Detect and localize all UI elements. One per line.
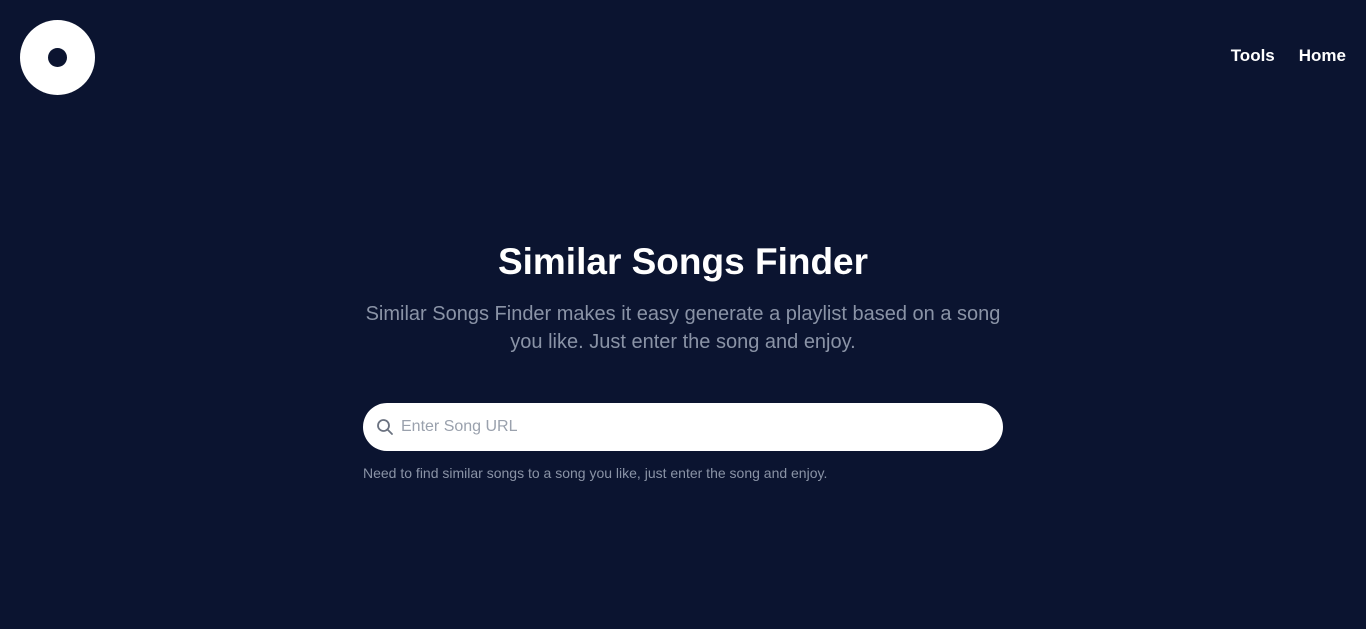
song-url-input[interactable] xyxy=(399,406,983,448)
top-nav: Tools Home xyxy=(1231,46,1346,66)
search-bar[interactable] xyxy=(363,403,1003,451)
helper-text: Need to find similar songs to a song you… xyxy=(363,465,828,481)
page-subtitle: Similar Songs Finder makes it easy gener… xyxy=(365,303,1001,353)
hero: Similar Songs Finder Similar Songs Finde… xyxy=(0,240,1366,356)
nav-link-home[interactable]: Home xyxy=(1299,46,1346,66)
search-icon xyxy=(375,417,395,437)
page-title: Similar Songs Finder xyxy=(497,241,869,282)
page: Tools Home Similar Songs Finder Similar … xyxy=(0,0,1366,629)
nav-link-tools[interactable]: Tools xyxy=(1231,46,1275,66)
logo[interactable] xyxy=(20,20,95,95)
vinyl-disc-icon xyxy=(48,48,67,67)
